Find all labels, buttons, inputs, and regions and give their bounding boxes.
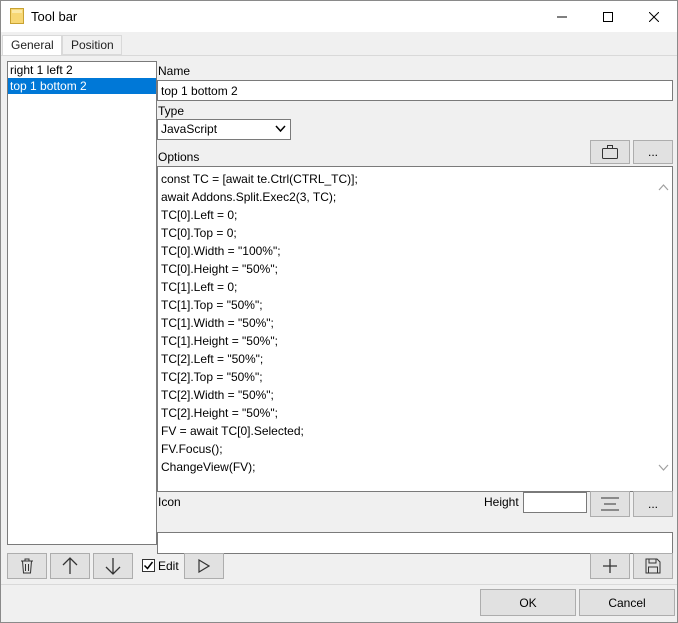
code-line: TC[1].Width = "50%";	[161, 316, 274, 330]
chevron-down-icon	[275, 125, 286, 133]
code-line: TC[0].Height = "50%";	[161, 262, 278, 276]
menu-button[interactable]	[590, 491, 630, 517]
more-icon: ...	[647, 497, 658, 511]
more-icon: ...	[647, 145, 658, 159]
checkmark-icon	[143, 561, 154, 570]
code-line: const TC = [await te.Ctrl(CTRL_TC)];	[161, 172, 358, 186]
code-line: FV.Focus();	[161, 442, 223, 456]
options-browse-button[interactable]: ...	[633, 140, 673, 164]
code-line: TC[2].Top = "50%";	[161, 370, 263, 384]
plus-icon	[603, 559, 617, 573]
tab-position[interactable]: Position	[62, 35, 122, 55]
name-input[interactable]	[157, 80, 673, 101]
footer-divider	[1, 584, 677, 585]
code-line: TC[0].Width = "100%";	[161, 244, 281, 258]
icon-browse-button[interactable]: ...	[633, 491, 673, 517]
tab-divider	[1, 55, 677, 56]
scroll-arrows-icon	[658, 184, 669, 471]
icon-input[interactable]	[157, 532, 673, 554]
code-line: ChangeView(FV);	[161, 460, 256, 474]
cancel-button[interactable]: Cancel	[579, 589, 675, 616]
edit-label: Edit	[158, 559, 179, 573]
code-line: TC[1].Height = "50%";	[161, 334, 278, 348]
window-title: Tool bar	[31, 9, 78, 24]
options-label: Options	[158, 150, 200, 164]
options-scrollbar[interactable]	[655, 167, 672, 491]
type-label: Type	[158, 104, 185, 118]
height-input[interactable]	[523, 492, 587, 513]
options-code: const TC = [await te.Ctrl(CTRL_TC)];awai…	[161, 170, 358, 476]
code-line: TC[1].Left = 0;	[161, 280, 238, 294]
icon-label: Icon	[158, 495, 181, 509]
code-line: TC[0].Left = 0;	[161, 208, 238, 222]
type-select[interactable]: JavaScript	[157, 119, 291, 140]
code-line: TC[0].Top = 0;	[161, 226, 237, 240]
code-line: TC[2].Left = "50%";	[161, 352, 264, 366]
app-icon	[10, 8, 24, 24]
trash-icon	[21, 558, 33, 574]
code-line: TC[2].Height = "50%";	[161, 406, 278, 420]
move-up-button[interactable]	[50, 553, 90, 579]
move-down-button[interactable]	[93, 553, 133, 579]
maximize-icon	[603, 11, 613, 22]
ok-button[interactable]: OK	[480, 589, 576, 616]
run-button[interactable]	[184, 553, 224, 579]
title-bar: Tool bar	[1, 1, 677, 32]
arrow-down-icon	[105, 558, 121, 575]
code-line: TC[1].Top = "50%";	[161, 298, 263, 312]
play-icon	[198, 559, 210, 573]
options-textarea[interactable]: const TC = [await te.Ctrl(CTRL_TC)];awai…	[157, 166, 673, 492]
tab-general[interactable]: General	[2, 35, 62, 56]
name-label: Name	[158, 64, 191, 78]
delete-button[interactable]	[7, 553, 47, 579]
briefcase-icon	[602, 145, 618, 159]
briefcase-button[interactable]	[590, 140, 630, 164]
add-button[interactable]	[590, 553, 630, 579]
minimize-icon	[557, 16, 567, 17]
code-line: TC[2].Width = "50%";	[161, 388, 274, 402]
code-line: FV = await TC[0].Selected;	[161, 424, 304, 438]
list-item-selected[interactable]: top 1 bottom 2	[8, 78, 156, 94]
floppy-disk-icon	[645, 558, 661, 574]
code-line: await Addons.Split.Exec2(3, TC);	[161, 190, 337, 204]
type-select-value: JavaScript	[161, 122, 218, 136]
arrow-up-icon	[62, 557, 78, 574]
height-label: Height	[484, 495, 519, 509]
list-item[interactable]: right 1 left 2	[8, 62, 156, 78]
minimize-button[interactable]	[539, 1, 585, 32]
save-button[interactable]	[633, 553, 673, 579]
edit-checkbox[interactable]	[142, 559, 155, 572]
maximize-button[interactable]	[585, 1, 631, 32]
menu-lines-icon	[601, 497, 619, 511]
toolbar-item-list[interactable]: right 1 left 2 top 1 bottom 2	[7, 61, 157, 545]
toolbar-dialog: Tool bar General Position right 1 left 2…	[0, 0, 678, 623]
close-button[interactable]	[631, 1, 677, 32]
close-icon	[649, 11, 659, 22]
